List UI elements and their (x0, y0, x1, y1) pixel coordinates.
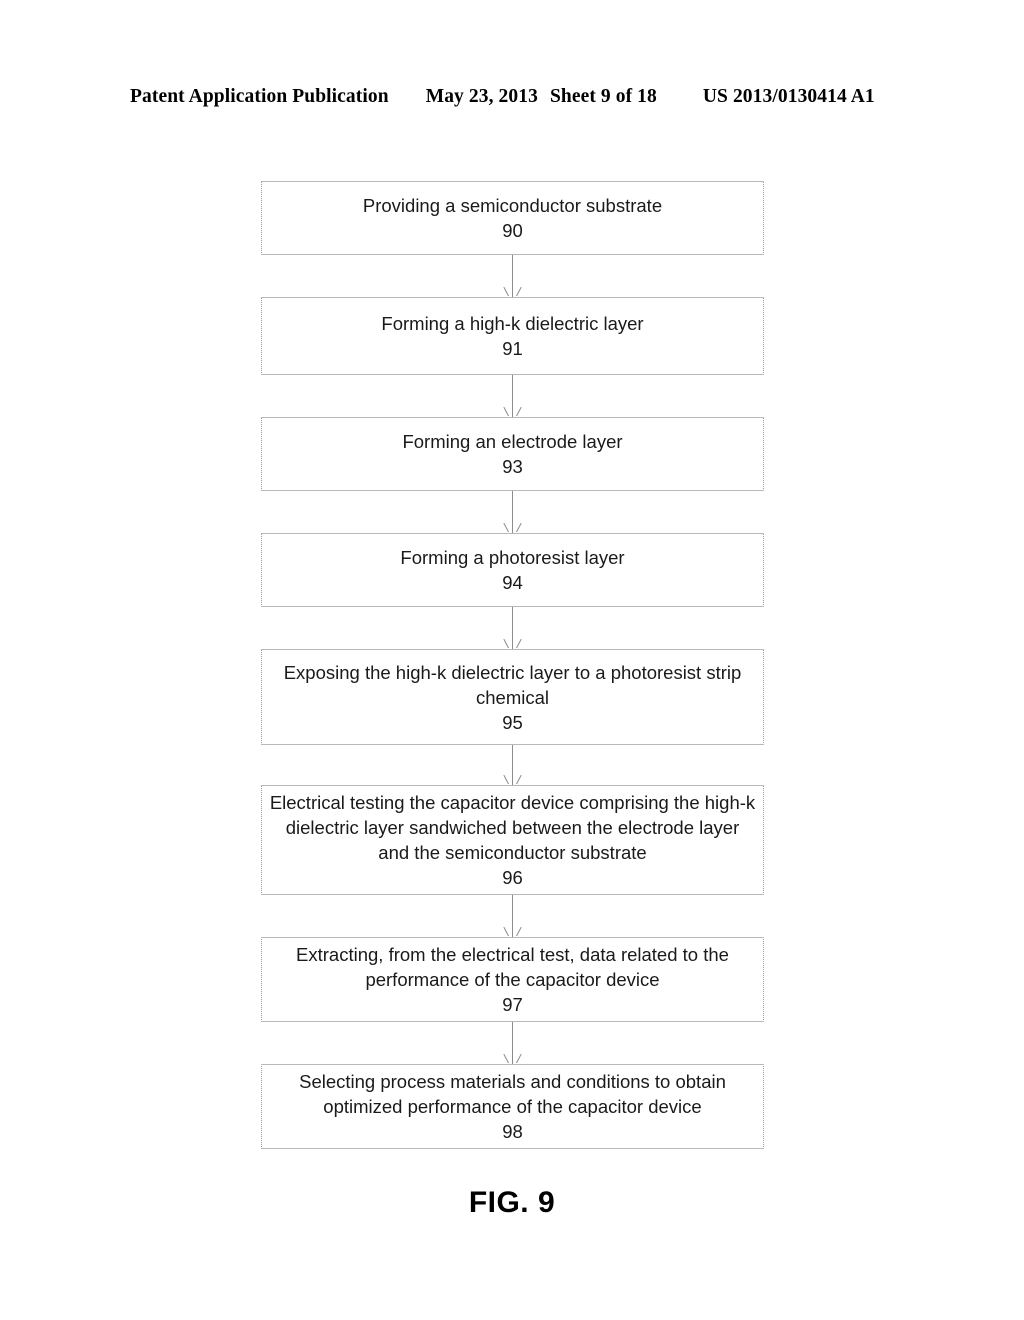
header-publication-number: US 2013/0130414 A1 (702, 86, 875, 107)
flow-connector-91-93 (261, 375, 764, 417)
flow-node-label: Extracting, from the electrical test, da… (296, 944, 729, 990)
flowchart: Providing a semiconductor substrate 90 F… (261, 181, 764, 1149)
arrow-down-icon (507, 774, 518, 785)
arrow-down-icon (507, 286, 518, 297)
flow-node-97: Extracting, from the electrical test, da… (261, 937, 764, 1022)
flow-connector-94-95 (261, 607, 764, 649)
flow-node-number: 93 (502, 456, 523, 477)
flow-node-93: Forming an electrode layer 93 (261, 417, 764, 491)
flow-connector-97-98 (261, 1022, 764, 1064)
flow-node-96: Electrical testing the capacitor device … (261, 785, 764, 895)
flow-node-label: Exposing the high-k dielectric layer to … (283, 661, 742, 708)
flow-connector-96-97 (261, 895, 764, 937)
flow-node-label: Electrical testing the capacitor device … (269, 792, 756, 863)
header-date: May 23, 2013 (425, 86, 538, 107)
flow-connector-90-91 (261, 255, 764, 297)
flow-node-90: Providing a semiconductor substrate 90 (261, 181, 764, 255)
flow-node-label: Forming a photoresist layer (400, 547, 625, 568)
flow-node-number: 96 (502, 867, 523, 888)
flow-node-number: 95 (502, 711, 523, 733)
arrow-down-icon (507, 926, 518, 937)
arrow-down-icon (507, 406, 518, 417)
patent-header: Patent Application Publication May 23, 2… (130, 86, 894, 108)
arrow-down-icon (507, 1053, 518, 1064)
header-date-sheet-group: May 23, 2013 Sheet 9 of 18 (426, 86, 657, 108)
flow-connector-95-96 (261, 745, 764, 785)
flow-node-number: 98 (502, 1121, 523, 1142)
flow-node-number: 91 (502, 338, 523, 359)
flow-node-label: Selecting process materials and conditio… (299, 1071, 726, 1117)
flow-node-number: 97 (502, 994, 523, 1015)
arrow-down-icon (507, 638, 518, 649)
figure-caption: FIG. 9 (468, 1186, 556, 1219)
arrow-down-icon (507, 522, 518, 533)
flow-connector-93-94 (261, 491, 764, 533)
flow-node-label: Providing a semiconductor substrate (362, 195, 663, 216)
flow-node-95: Exposing the high-k dielectric layer to … (261, 649, 764, 745)
flow-node-label: Forming a high-k dielectric layer (381, 313, 644, 334)
header-sheet-number: Sheet 9 of 18 (549, 86, 657, 107)
flow-node-label: Forming an electrode layer (402, 431, 623, 452)
flow-node-98: Selecting process materials and conditio… (261, 1064, 764, 1149)
header-publication-label: Patent Application Publication (130, 86, 389, 107)
flow-node-number: 90 (502, 220, 523, 241)
flow-node-91: Forming a high-k dielectric layer 91 (261, 297, 764, 375)
flow-node-number: 94 (502, 572, 523, 593)
flow-node-94: Forming a photoresist layer 94 (261, 533, 764, 607)
